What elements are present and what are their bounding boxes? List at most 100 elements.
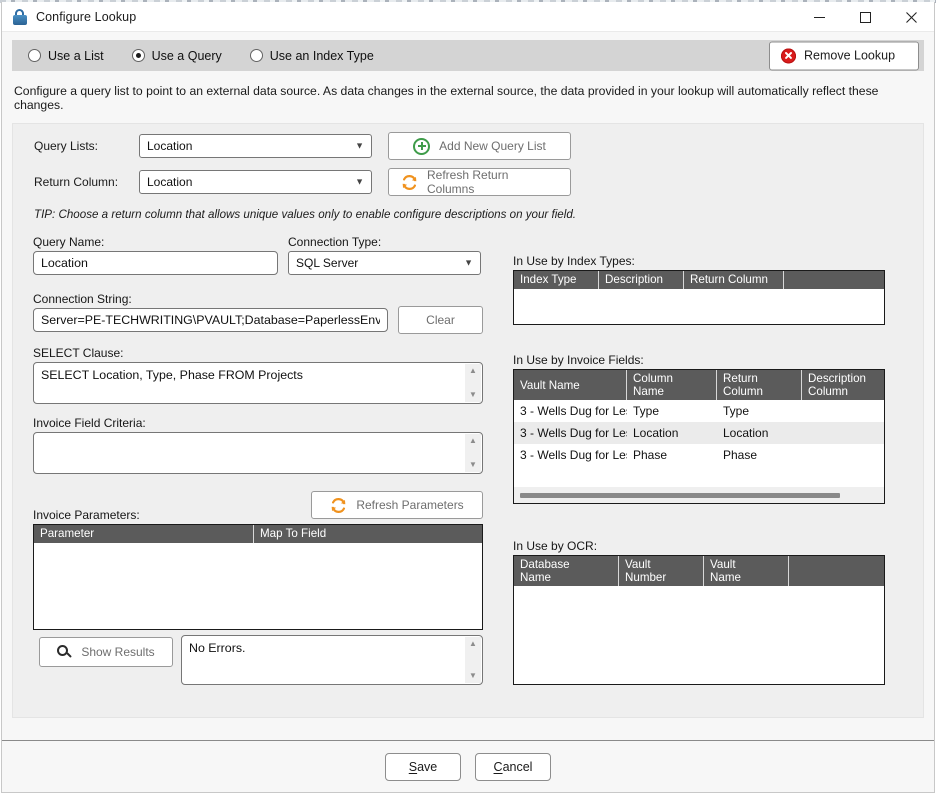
query-lists-label: Query Lists: — [34, 139, 99, 153]
show-results-label: Show Results — [81, 645, 155, 659]
radio-use-an-index-type-label: Use an Index Type — [269, 48, 374, 63]
radio-use-a-list[interactable]: Use a List — [28, 49, 104, 63]
invoice-field-criteria-textarea[interactable]: ▲ ▼ — [33, 432, 483, 474]
refresh-parameters-label: Refresh Parameters — [356, 498, 464, 512]
refresh-parameters-button[interactable]: Refresh Parameters — [311, 491, 483, 519]
index-types-grid[interactable]: Index Type Description Return Column — [513, 270, 885, 325]
window-controls — [796, 2, 934, 32]
scroll-up-icon: ▲ — [469, 366, 477, 375]
column-header-vault-name[interactable]: Vault Name — [514, 370, 627, 400]
cell-vault-name: 3 - Wells Dug for Less — [520, 404, 627, 418]
radio-use-a-query-label: Use a Query — [151, 48, 222, 63]
index-types-grid-header: Index Type Description Return Column — [514, 271, 884, 289]
column-header-parameter[interactable]: Parameter — [34, 525, 254, 543]
radio-use-a-list-label: Use a List — [48, 48, 104, 63]
save-button[interactable]: Save — [385, 752, 461, 781]
connection-type-select[interactable]: SQL Server — [288, 251, 481, 275]
error-circle-icon — [781, 48, 796, 63]
show-results-button[interactable]: Show Results — [39, 637, 173, 667]
errors-scrollbar[interactable]: ▲ ▼ — [465, 637, 481, 683]
radio-use-a-query[interactable]: Use a Query — [131, 48, 222, 63]
column-header-blank[interactable] — [784, 271, 884, 289]
connection-string-label: Connection String: — [33, 292, 132, 306]
return-column-select-wrap: Location ▼ — [139, 170, 372, 194]
radio-use-an-index-type[interactable]: Use an Index Type — [249, 48, 374, 63]
in-use-by-index-types-label: In Use by Index Types: — [513, 254, 635, 268]
cancel-label-rest: ancel — [502, 759, 533, 774]
table-row[interactable]: 3 - Wells Dug for Less Type Type — [514, 400, 884, 422]
window-title: Configure Lookup — [36, 9, 137, 24]
cell-return-column: Phase — [723, 448, 758, 462]
column-header-map-to-field[interactable]: Map To Field — [254, 525, 482, 543]
remove-lookup-button[interactable]: Remove Lookup — [769, 41, 919, 70]
table-row[interactable]: 3 - Wells Dug for Less Phase Phase — [514, 444, 884, 466]
tip-text: TIP: Choose a return column that allows … — [34, 208, 576, 221]
return-column-row: Return Column: Location ▼ — [34, 170, 372, 194]
invoice-field-criteria-scrollbar[interactable]: ▲ ▼ — [465, 434, 481, 472]
invoice-parameters-grid[interactable]: Parameter Map To Field — [33, 524, 483, 630]
errors-value: No Errors. — [189, 641, 246, 655]
column-header-vault-name[interactable]: Vault Name — [704, 556, 789, 586]
select-clause-textarea[interactable]: SELECT Location, Type, Phase FROM Projec… — [33, 362, 483, 404]
description-text: Configure a query list to point to an ex… — [14, 84, 879, 112]
cell-return-column: Type — [723, 404, 750, 418]
close-button[interactable] — [888, 2, 934, 32]
cancel-mnemonic: C — [493, 759, 503, 774]
query-lists-select[interactable]: Location — [139, 134, 372, 158]
save-mnemonic: S — [408, 759, 418, 774]
query-lists-select-wrap: Location ▼ — [139, 134, 372, 158]
invoice-fields-grid[interactable]: Vault Name Column Name Return Column Des… — [513, 369, 885, 504]
clear-label: Clear — [426, 313, 455, 327]
column-header-return-column[interactable]: Return Column — [684, 271, 784, 289]
remove-lookup-label: Remove Lookup — [804, 48, 896, 63]
return-column-label: Return Column: — [34, 175, 119, 189]
query-name-input[interactable] — [33, 251, 278, 275]
configure-lookup-dialog: Configure Lookup Use a List Use a Query … — [1, 2, 935, 793]
add-new-query-list-button[interactable]: Add New Query List — [388, 132, 571, 160]
column-header-column-name[interactable]: Column Name — [627, 370, 717, 400]
column-header-database-name[interactable]: Database Name — [514, 556, 619, 586]
column-header-blank[interactable] — [789, 556, 884, 586]
save-label-rest: ave — [417, 759, 438, 774]
table-row[interactable]: 3 - Wells Dug for Less Location Location — [514, 422, 884, 444]
invoice-fields-grid-body: 3 - Wells Dug for Less Type Type 3 - Wel… — [514, 400, 884, 466]
column-header-description[interactable]: Description — [599, 271, 684, 289]
column-header-return-column[interactable]: Return Column — [717, 370, 802, 400]
column-header-description-column[interactable]: Description Column — [802, 370, 884, 400]
ocr-grid[interactable]: Database Name Vault Number Vault Name — [513, 555, 885, 685]
invoice-field-criteria-label: Invoice Field Criteria: — [33, 416, 146, 430]
title-bar-left: Configure Lookup — [2, 8, 137, 25]
maximize-button[interactable] — [842, 2, 888, 32]
title-bar: Configure Lookup — [2, 2, 934, 32]
scroll-up-icon: ▲ — [469, 639, 477, 648]
cancel-button[interactable]: Cancel — [475, 752, 551, 781]
cell-column-name: Type — [633, 404, 660, 418]
connection-string-input[interactable] — [33, 308, 388, 332]
cell-column-name: Phase — [633, 448, 668, 462]
scrollbar-thumb[interactable] — [520, 492, 840, 498]
select-clause-scrollbar[interactable]: ▲ ▼ — [465, 364, 481, 402]
column-header-index-type[interactable]: Index Type — [514, 271, 599, 289]
invoice-fields-grid-header: Vault Name Column Name Return Column Des… — [514, 370, 884, 400]
errors-textarea[interactable]: No Errors. ▲ ▼ — [181, 635, 483, 685]
return-column-select[interactable]: Location — [139, 170, 372, 194]
scroll-down-icon: ▼ — [469, 671, 477, 680]
dialog-footer: Save Cancel — [2, 740, 934, 792]
lock-icon — [12, 8, 27, 25]
minimize-button[interactable] — [796, 2, 842, 32]
refresh-return-columns-label: Refresh Return Columns — [427, 168, 509, 196]
lookup-mode-bar: Use a List Use a Query Use an Index Type… — [12, 40, 924, 71]
select-clause-value: SELECT Location, Type, Phase FROM Projec… — [41, 368, 303, 382]
radio-use-a-list-indicator — [28, 49, 41, 62]
invoice-fields-horizontal-scrollbar[interactable] — [514, 487, 884, 503]
cell-return-column: Location — [723, 426, 769, 440]
connection-type-select-wrap: SQL Server ▼ — [288, 251, 481, 275]
clear-connection-string-button[interactable]: Clear — [398, 306, 483, 334]
cell-vault-name: 3 - Wells Dug for Less — [520, 426, 627, 440]
invoice-parameters-grid-header: Parameter Map To Field — [34, 525, 482, 543]
in-use-by-invoice-fields-label: In Use by Invoice Fields: — [513, 353, 644, 367]
query-name-label: Query Name: — [33, 235, 105, 249]
column-header-vault-number[interactable]: Vault Number — [619, 556, 704, 586]
refresh-return-columns-button[interactable]: Refresh Return Columns — [388, 168, 571, 196]
ocr-grid-header: Database Name Vault Number Vault Name — [514, 556, 884, 586]
